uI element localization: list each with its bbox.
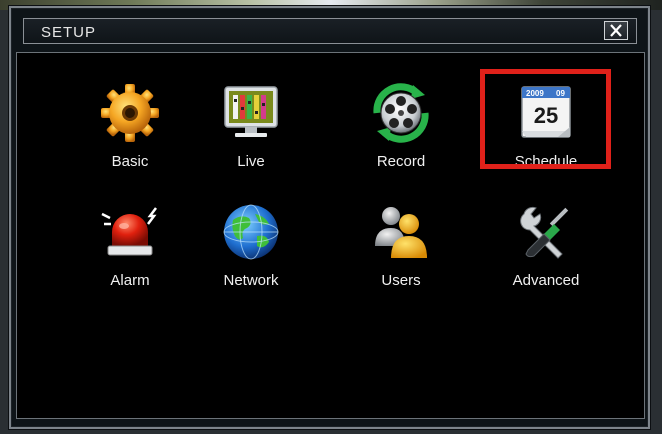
tools-icon: [520, 206, 569, 259]
menu-item-label: Advanced: [512, 272, 580, 289]
alarm-light-icon: [101, 207, 157, 256]
monitor-icon: [224, 86, 278, 137]
close-button[interactable]: [604, 21, 628, 40]
menu-item-users[interactable]: Users: [336, 198, 466, 298]
menu-item-network[interactable]: Network: [186, 198, 316, 298]
menu-item-basic[interactable]: Basic: [65, 79, 195, 179]
menu-item-label: Alarm: [110, 272, 150, 289]
film-reel-icon: [373, 83, 429, 143]
globe-icon: [223, 204, 279, 260]
menu-item-label: Network: [223, 272, 279, 289]
setup-menu-grid: Basic Live Record 2009 09 25 Schedule Al…: [16, 52, 645, 419]
menu-item-label: Users: [381, 272, 421, 289]
menu-item-record[interactable]: Record: [336, 79, 466, 179]
title-bar: SETUP: [23, 18, 637, 44]
users-icon: [375, 207, 427, 258]
selection-highlight: [480, 69, 611, 169]
menu-item-advanced[interactable]: Advanced: [481, 198, 611, 298]
menu-item-alarm[interactable]: Alarm: [65, 198, 195, 298]
menu-item-label: Record: [376, 153, 426, 170]
gear-icon: [101, 84, 159, 142]
setup-window: SETUP Basic Live Record 2009 09 25 Sched…: [9, 6, 650, 429]
close-icon: [610, 24, 622, 37]
window-title: SETUP: [41, 24, 97, 41]
menu-item-label: Basic: [111, 153, 149, 170]
menu-item-label: Live: [237, 153, 265, 170]
menu-item-live[interactable]: Live: [186, 79, 316, 179]
